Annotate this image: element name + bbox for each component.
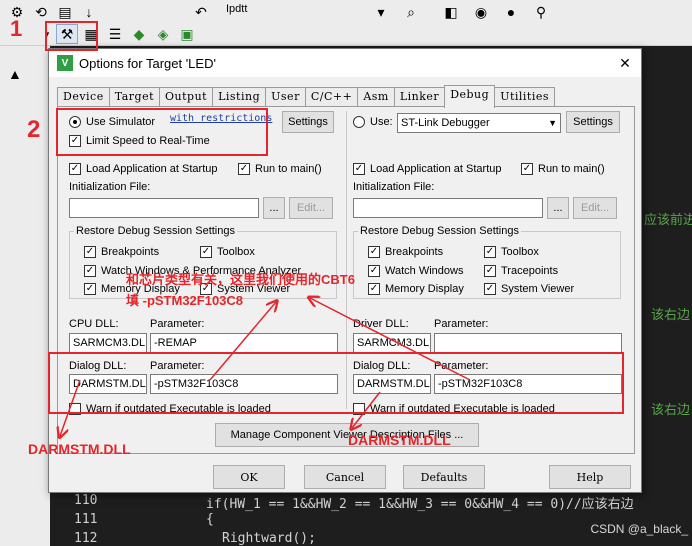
arrow-right-dll (352, 391, 381, 428)
arrow-left-dll (60, 379, 81, 436)
arrow-left-param (209, 302, 276, 381)
watermark: CSDN @a_black_ (590, 522, 688, 536)
annotation-arrows (0, 0, 471, 546)
tab-debug[interactable]: Debug (444, 85, 496, 108)
arrow-right-param (310, 298, 471, 381)
